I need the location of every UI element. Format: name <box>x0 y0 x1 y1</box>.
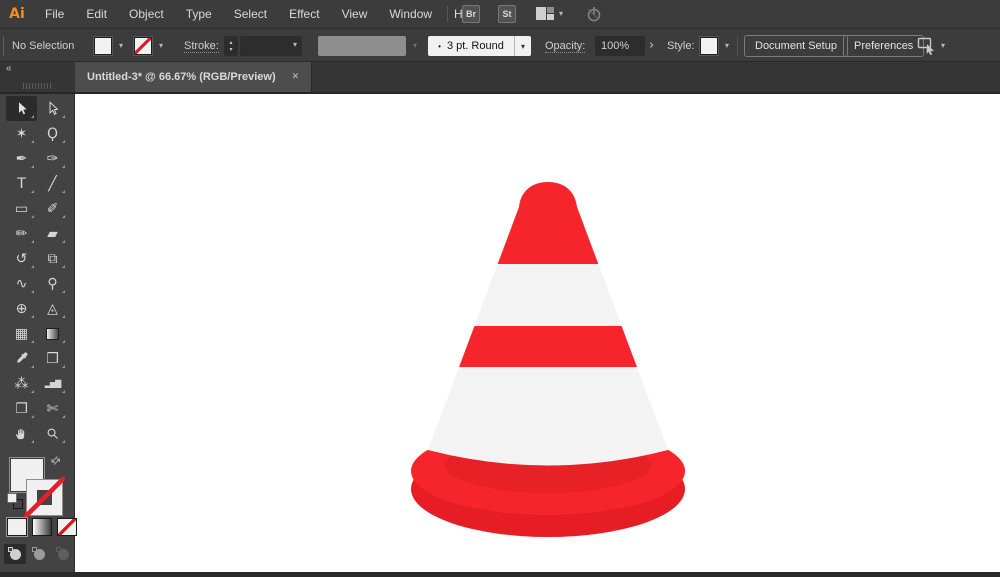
shaper-tool[interactable]: ✏ <box>6 221 37 246</box>
fill-chevron-icon[interactable]: ▾ <box>114 37 128 55</box>
paintbrush-tool[interactable]: ✐ <box>37 196 68 221</box>
column-graph-tool[interactable]: ▂▅▇ <box>37 371 68 396</box>
menu-effect[interactable]: Effect <box>278 0 330 28</box>
document-tab-title: Untitled-3* @ 66.67% (RGB/Preview) <box>87 71 276 83</box>
curvature-tool[interactable]: ✑ <box>37 146 68 171</box>
zoom-tool[interactable] <box>37 421 68 446</box>
stroke-chevron-icon[interactable]: ▾ <box>154 37 168 55</box>
bridge-button[interactable]: Br <box>462 5 480 23</box>
brush-definition-dropdown <box>318 36 406 56</box>
document-setup-button[interactable]: Document Setup <box>744 35 848 57</box>
slice-tool[interactable]: ✄ <box>37 396 68 421</box>
profile-chevron-icon[interactable]: ▾ <box>514 36 531 56</box>
touch-workspace-icon[interactable] <box>917 37 937 60</box>
menu-file[interactable]: File <box>34 0 75 28</box>
magic-wand-tool[interactable]: ✶ <box>6 121 37 146</box>
draw-behind-button[interactable] <box>28 544 50 564</box>
mesh-tool[interactable]: ▦ <box>6 321 37 346</box>
draw-normal-button[interactable] <box>4 544 26 564</box>
profile-dot-icon: • <box>438 42 441 51</box>
eyedropper-tool[interactable] <box>6 346 37 371</box>
artboard-tool[interactable]: ❐ <box>6 396 37 421</box>
tool-panel: ✶Ϙ✒✑T╱▭✐✏▰↺⧉∿⚲⊕◬▦❒⁂▂▅▇❐✄ ⇆ <box>0 94 75 572</box>
style-swatch[interactable] <box>700 37 718 55</box>
selection-status: No Selection <box>12 29 74 63</box>
stroke-weight-chevron-icon[interactable]: ▾ <box>288 36 302 54</box>
menu-type[interactable]: Type <box>175 0 223 28</box>
none-button[interactable] <box>57 518 77 536</box>
pen-tool[interactable]: ✒ <box>6 146 37 171</box>
stock-button[interactable]: St <box>498 5 516 23</box>
workspace-layout-icon[interactable] <box>536 7 555 21</box>
stroke-color-swatch[interactable] <box>134 37 152 55</box>
menu-select[interactable]: Select <box>223 0 278 28</box>
control-bar-grip[interactable] <box>3 36 4 56</box>
cc-sync-icon[interactable] <box>585 5 603 28</box>
traffic-cone-artwork <box>75 94 1000 572</box>
perspective-grid-tool[interactable]: ◬ <box>37 296 68 321</box>
cone-stripe-middle <box>395 326 705 367</box>
opacity-label[interactable]: Opacity: <box>545 40 585 53</box>
touch-workspace-chevron-icon[interactable]: ▾ <box>941 29 945 63</box>
symbol-sprayer-tool[interactable]: ⁂ <box>6 371 37 396</box>
tab-close-icon[interactable]: ✕ <box>292 72 300 82</box>
rotate-tool[interactable]: ↺ <box>6 246 37 271</box>
color-mode-row <box>7 518 77 536</box>
rectangle-tool[interactable]: ▭ <box>6 196 37 221</box>
variable-width-profile-dropdown[interactable]: • 3 pt. Round <box>428 36 514 56</box>
menu-separator <box>447 6 448 22</box>
stepper-up-icon[interactable]: ▴ <box>229 39 232 46</box>
tool-panel-grip[interactable] <box>23 83 51 89</box>
profile-value: 3 pt. Round <box>447 40 504 52</box>
selection-tool[interactable] <box>6 96 37 121</box>
none-slash-icon <box>24 477 65 518</box>
blend-tool[interactable]: ❒ <box>37 346 68 371</box>
menu-bar: Ai File Edit Object Type Select Effect V… <box>0 0 1000 28</box>
document-tab[interactable]: Untitled-3* @ 66.67% (RGB/Preview) ✕ <box>75 62 312 92</box>
shape-builder-tool[interactable]: ⊕ <box>6 296 37 321</box>
gradient-tool[interactable] <box>37 321 68 346</box>
illustrator-logo: Ai <box>0 6 34 22</box>
default-fill-stroke-icon[interactable] <box>7 493 25 511</box>
menu-view[interactable]: View <box>331 0 379 28</box>
cone-stripe-top <box>405 174 695 264</box>
scale-tool[interactable]: ⧉ <box>37 246 68 271</box>
stepper-down-icon[interactable]: ▾ <box>229 46 232 53</box>
draw-inside-button <box>52 544 74 564</box>
stroke-weight-dropdown[interactable]: ▾ <box>240 36 302 56</box>
menu-object[interactable]: Object <box>118 0 175 28</box>
style-label: Style: <box>667 29 695 63</box>
preferences-button[interactable]: Preferences <box>843 35 924 57</box>
fill-color-swatch[interactable] <box>94 37 112 55</box>
panel-collapse-button[interactable]: « <box>6 63 12 74</box>
width-tool[interactable]: ∿ <box>6 271 37 296</box>
style-chevron-icon[interactable]: ▾ <box>720 37 734 55</box>
swap-fill-stroke-icon[interactable]: ⇆ <box>48 453 64 469</box>
hand-tool[interactable] <box>6 421 37 446</box>
control-bar: No Selection ▾ ▾ Stroke: ▴ ▾ ▾ ▾ • 3 pt.… <box>0 28 1000 62</box>
line-segment-tool[interactable]: ╱ <box>37 171 68 196</box>
lasso-tool[interactable]: Ϙ <box>37 121 68 146</box>
workspace-chevron-icon[interactable]: ▾ <box>559 0 563 28</box>
opacity-field[interactable]: 100% <box>595 36 645 56</box>
draw-mode-row <box>4 544 74 564</box>
menu-window[interactable]: Window <box>378 0 443 28</box>
color-button[interactable] <box>7 518 27 536</box>
gradient-button[interactable] <box>32 518 52 536</box>
stroke-swatch[interactable] <box>26 479 63 516</box>
eraser-tool[interactable]: ▰ <box>37 221 68 246</box>
artboard-canvas[interactable] <box>75 94 1000 572</box>
stroke-weight-label[interactable]: Stroke: <box>184 40 219 53</box>
control-bar-separator <box>737 36 738 56</box>
tool-grid: ✶Ϙ✒✑T╱▭✐✏▰↺⧉∿⚲⊕◬▦❒⁂▂▅▇❐✄ <box>6 96 69 446</box>
document-tab-bar: « Untitled-3* @ 66.67% (RGB/Preview) ✕ <box>0 62 1000 94</box>
puppet-warp-tool[interactable]: ⚲ <box>37 271 68 296</box>
direct-selection-tool[interactable] <box>37 96 68 121</box>
brush-chevron-icon: ▾ <box>408 37 422 55</box>
stroke-weight-stepper[interactable]: ▴ ▾ <box>224 36 238 56</box>
menu-edit[interactable]: Edit <box>75 0 118 28</box>
type-tool[interactable]: T <box>6 171 37 196</box>
opacity-submenu-icon[interactable]: › <box>649 29 654 63</box>
